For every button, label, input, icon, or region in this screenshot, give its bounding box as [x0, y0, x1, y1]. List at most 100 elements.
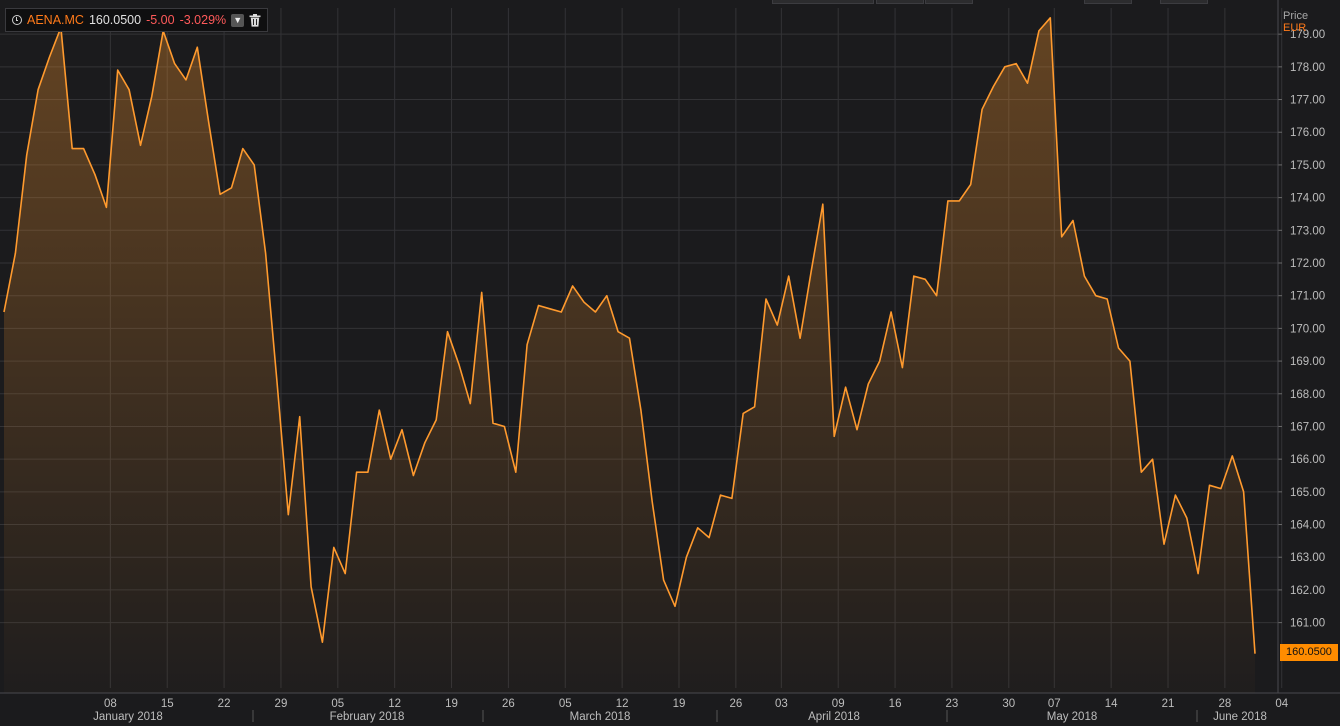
price-point	[503, 425, 505, 427]
month-label: June 2018	[1213, 711, 1267, 723]
price-point	[424, 442, 426, 444]
price-point	[583, 301, 585, 303]
price-point	[640, 409, 642, 411]
price-point	[594, 311, 596, 313]
price-point	[1083, 275, 1085, 277]
price-point	[1140, 471, 1142, 473]
x-tick-label: 05	[559, 698, 572, 710]
price-point	[151, 95, 153, 97]
price-point	[867, 383, 869, 385]
price-area-fill	[4, 17, 1255, 694]
price-point	[879, 360, 881, 362]
price-point	[731, 497, 733, 499]
x-tick-label: 05	[331, 698, 344, 710]
price-point	[1174, 494, 1176, 496]
x-tick-label: 26	[729, 698, 742, 710]
price-point	[742, 412, 744, 414]
x-tick-label: 26	[502, 698, 515, 710]
trash-icon[interactable]	[249, 13, 261, 27]
price-point	[185, 79, 187, 81]
price-point	[378, 409, 380, 411]
price-point	[958, 200, 960, 202]
price-point	[935, 295, 937, 297]
x-tick-label: 28	[1218, 698, 1231, 710]
price-point	[1015, 62, 1017, 64]
price-point	[1220, 487, 1222, 489]
price-chart[interactable]: 161.00 162.00 163.00 164.00 165.00 166.00 167.…	[0, 0, 1340, 726]
price-point	[446, 331, 448, 333]
price-point	[117, 69, 119, 71]
price-point	[515, 471, 517, 473]
price-point	[719, 494, 721, 496]
price-point	[1242, 491, 1244, 493]
price-point	[560, 311, 562, 313]
legend-change: -5.00	[146, 13, 175, 27]
price-point	[1004, 66, 1006, 68]
plot-area[interactable]: 161.00 162.00 163.00 164.00 165.00 166.00 167.…	[0, 0, 1340, 726]
price-point	[481, 291, 483, 293]
x-tick-label: 30	[1002, 698, 1015, 710]
legend-last: 160.0500	[88, 13, 142, 27]
price-point	[173, 62, 175, 64]
price-point	[685, 556, 687, 558]
price-point	[1163, 543, 1165, 545]
price-point	[651, 501, 653, 503]
price-point	[810, 268, 812, 270]
legend[interactable]: AENA.MC 160.0500 -5.00 -3.029% ▼	[5, 8, 269, 32]
price-point	[970, 183, 972, 185]
last-price-label: 160.0500	[1280, 643, 1338, 661]
y-tick-label: 177.00	[1290, 95, 1325, 107]
price-point	[355, 471, 357, 473]
price-point	[196, 46, 198, 48]
price-point	[469, 402, 471, 404]
chevron-down-icon[interactable]: ▼	[231, 13, 245, 27]
x-tick-label: 12	[616, 698, 629, 710]
price-point	[367, 471, 369, 473]
price-point	[1061, 236, 1063, 238]
x-tick-label: 12	[388, 698, 401, 710]
x-tick-label: 23	[946, 698, 959, 710]
price-point	[913, 275, 915, 277]
price-point	[14, 252, 16, 254]
price-point	[94, 174, 96, 176]
price-point	[3, 311, 5, 313]
price-point	[1026, 82, 1028, 84]
y-tick-label: 170.00	[1290, 323, 1325, 335]
price-point	[1049, 17, 1051, 19]
price-point	[492, 422, 494, 424]
month-label: March 2018	[570, 711, 631, 723]
price-point	[765, 298, 767, 300]
y-tick-label: 164.00	[1290, 520, 1325, 532]
price-point	[1197, 572, 1199, 574]
price-point	[856, 429, 858, 431]
price-point	[287, 514, 289, 516]
price-point	[753, 406, 755, 408]
price-point	[1254, 653, 1256, 655]
price-point	[37, 89, 39, 91]
x-tick-label: 19	[445, 698, 458, 710]
price-point	[924, 278, 926, 280]
y-tick-label: 175.00	[1290, 160, 1325, 172]
price-point	[48, 56, 50, 58]
price-point	[526, 344, 528, 346]
price-point	[776, 324, 778, 326]
price-point	[321, 641, 323, 643]
price-point	[435, 419, 437, 421]
y-tick-label: 165.00	[1290, 487, 1325, 499]
x-tick-label: 19	[673, 698, 686, 710]
price-point	[1151, 458, 1153, 460]
price-point	[1095, 295, 1097, 297]
price-point	[310, 586, 312, 588]
price-point	[606, 295, 608, 297]
price-point	[788, 275, 790, 277]
price-point	[1038, 30, 1040, 32]
price-point	[947, 200, 949, 202]
price-point	[390, 458, 392, 460]
price-point	[822, 203, 824, 205]
price-point	[253, 164, 255, 166]
price-point	[344, 572, 346, 574]
x-tick-label: 16	[889, 698, 902, 710]
legend-ric: AENA.MC	[27, 13, 84, 27]
price-point	[674, 605, 676, 607]
clock-icon[interactable]	[12, 15, 22, 25]
